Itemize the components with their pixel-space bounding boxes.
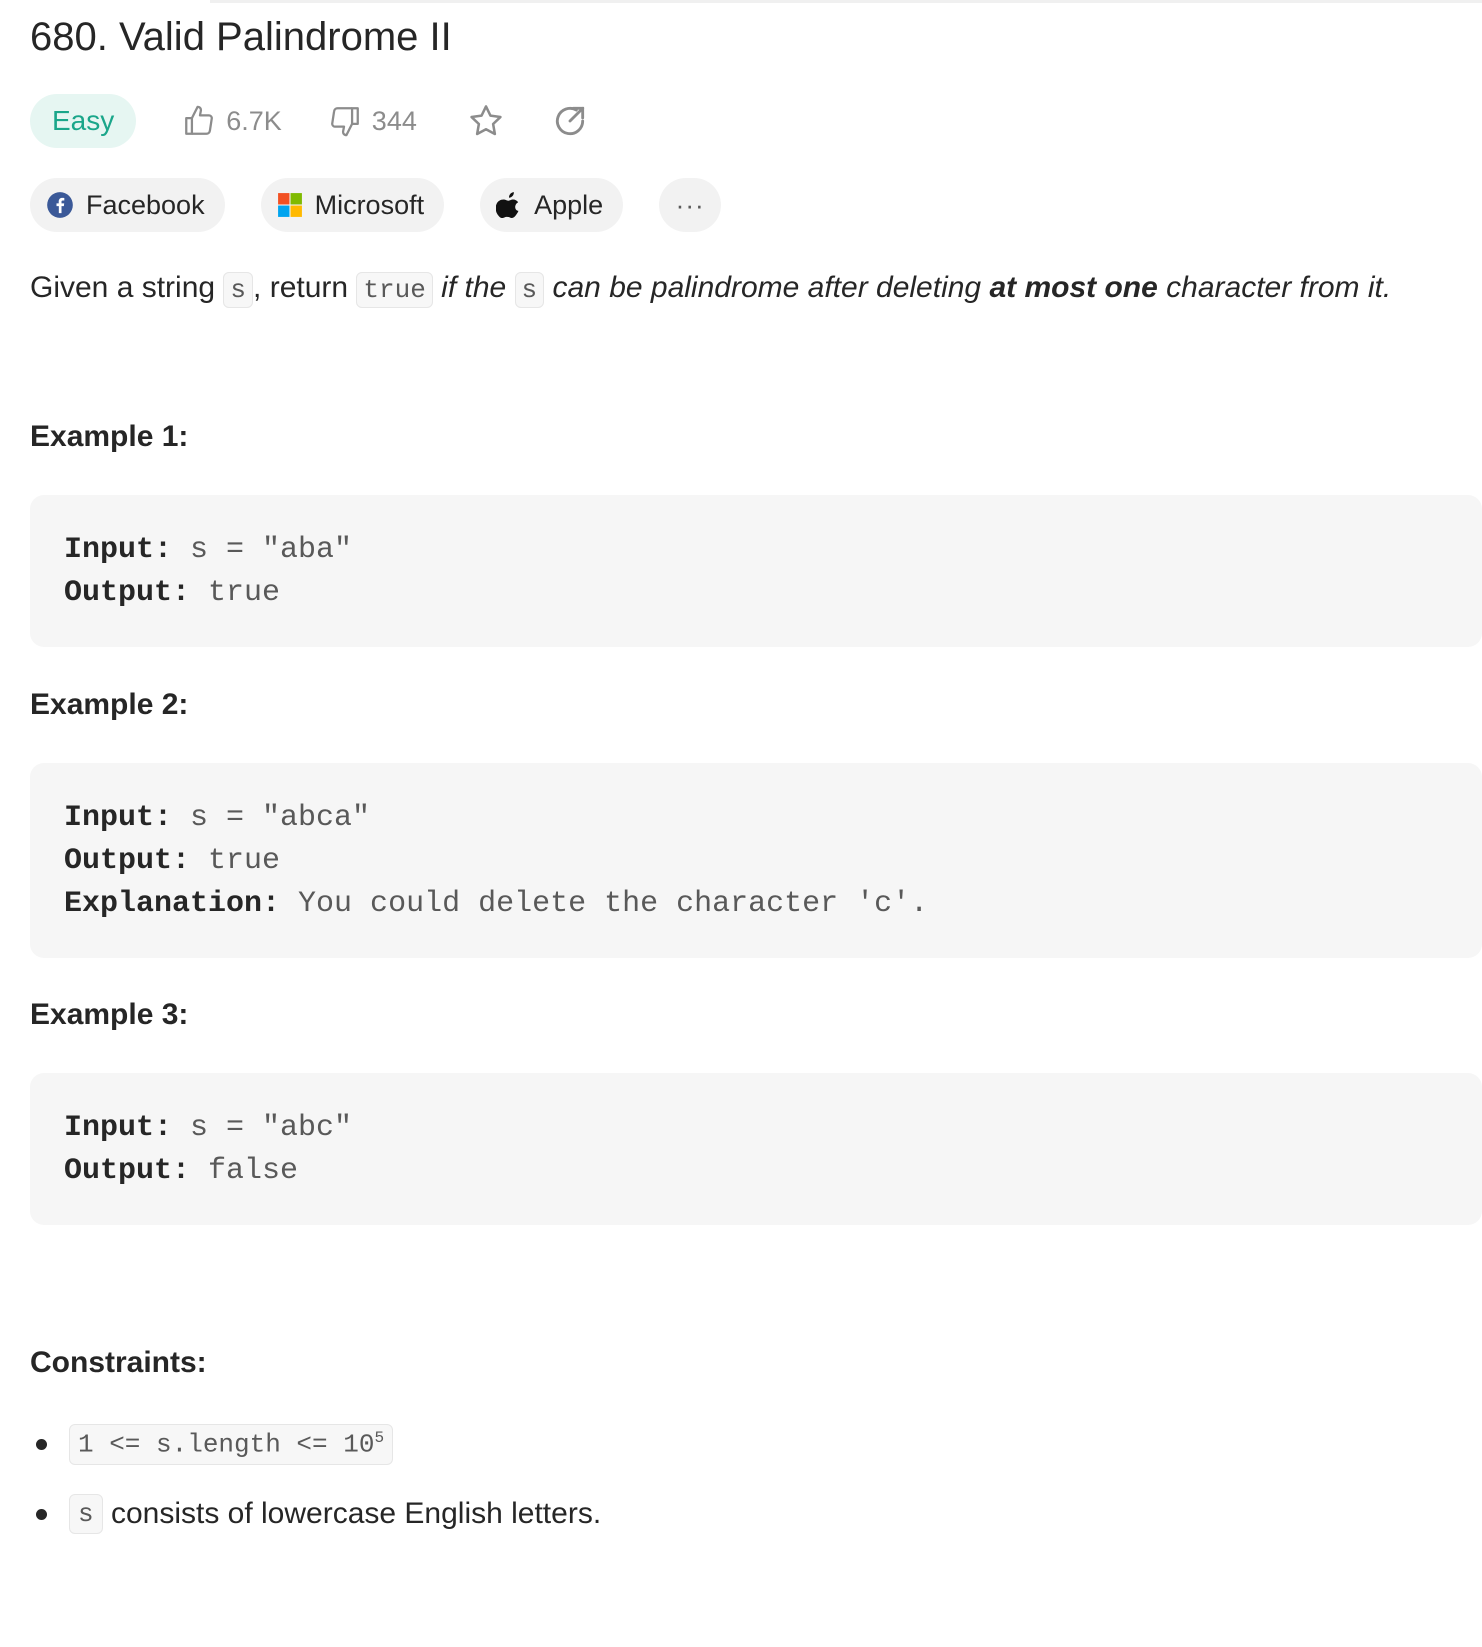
company-tag-microsoft[interactable]: Microsoft	[260, 178, 445, 232]
example-input-line: Input: s = "aba"	[64, 529, 1482, 572]
top-divider	[210, 0, 1482, 3]
example-output-line: Output: false	[64, 1150, 1482, 1193]
constraint-text: consists of lowercase English letters.	[102, 1497, 602, 1530]
company-tags: Facebook Microsoft Apple ···	[30, 178, 757, 232]
desc-text: can be palindrome after deleting	[544, 271, 990, 304]
facebook-icon	[46, 191, 74, 219]
example-value: true	[190, 844, 281, 878]
share-icon	[555, 106, 584, 136]
bullet	[36, 1438, 47, 1450]
example-box: Input: s = "abc" Output: false	[30, 1073, 1482, 1225]
example-input-line: Input: s = "abc"	[64, 1107, 1482, 1150]
problem-description: Given a string s, return true if the s c…	[30, 262, 1482, 316]
example-value: false	[190, 1154, 299, 1188]
example-heading: Example 3:	[30, 998, 189, 1031]
example-output-line: Output: true	[64, 840, 1482, 883]
microsoft-icon	[277, 192, 303, 218]
example-label: Input:	[64, 533, 173, 567]
inline-code: s	[69, 1494, 103, 1534]
thumbs-down-icon	[330, 107, 359, 137]
example-heading: Example 2:	[30, 688, 189, 721]
favorite-button[interactable]	[467, 102, 505, 140]
example-box: Input: s = "aba" Output: true	[30, 495, 1482, 647]
inline-code: s	[223, 272, 254, 308]
like-count: 6.7K	[226, 105, 282, 136]
example-label: Explanation:	[64, 887, 281, 921]
constraint-item: s consists of lowercase English letters.	[30, 1494, 601, 1534]
company-tag-label: Microsoft	[314, 189, 425, 220]
example-label: Input:	[64, 1111, 173, 1145]
constraint-code: 1 <= s.length <= 10	[78, 1429, 375, 1460]
example-value: s = "abc"	[172, 1111, 353, 1145]
company-tag-facebook[interactable]: Facebook	[30, 178, 225, 232]
thumbs-up-icon	[185, 105, 214, 135]
example-explanation-line: Explanation: You could delete the charac…	[64, 883, 1482, 926]
share-button[interactable]	[551, 102, 589, 140]
constraint-item: 1 <= s.length <= 105	[30, 1424, 394, 1465]
inline-code: s	[514, 272, 545, 308]
desc-text: if the	[432, 271, 515, 304]
example-heading: Example 1:	[30, 420, 189, 453]
example-value: true	[190, 576, 281, 610]
desc-bold: at most one	[989, 271, 1158, 304]
constraint-exponent: 5	[374, 1429, 385, 1447]
apple-icon	[496, 191, 522, 219]
star-icon	[470, 105, 502, 136]
example-label: Output:	[64, 1154, 191, 1188]
desc-text: , return	[253, 271, 357, 304]
desc-text: character from it.	[1157, 271, 1392, 304]
inline-code: 1 <= s.length <= 105	[69, 1424, 394, 1465]
company-tag-apple[interactable]: Apple	[480, 178, 624, 232]
page-title: 680. Valid Palindrome II	[30, 15, 452, 59]
example-output-line: Output: true	[64, 572, 1482, 615]
example-label: Output:	[64, 844, 191, 878]
like-button[interactable]: 6.7K	[182, 104, 282, 138]
dislike-count: 344	[371, 105, 417, 136]
example-value: You could delete the character 'c'.	[280, 887, 929, 921]
example-label: Output:	[64, 576, 191, 610]
example-label: Input:	[64, 801, 173, 835]
example-input-line: Input: s = "abca"	[64, 797, 1482, 840]
example-value: s = "aba"	[172, 533, 353, 567]
dislike-button[interactable]: 344	[328, 104, 417, 138]
example-value: s = "abca"	[172, 801, 371, 835]
bullet	[36, 1508, 47, 1520]
difficulty-badge: Easy	[30, 94, 137, 148]
company-tag-label: Apple	[534, 189, 604, 220]
more-tags-button[interactable]: ···	[659, 178, 722, 232]
inline-code: true	[356, 272, 433, 308]
problem-meta-row: Easy 6.7K 344	[30, 94, 589, 148]
constraints-heading: Constraints:	[30, 1346, 207, 1379]
company-tag-label: Facebook	[86, 189, 205, 220]
example-box: Input: s = "abca" Output: true Explanati…	[30, 763, 1482, 958]
desc-text: Given a string	[30, 271, 224, 304]
